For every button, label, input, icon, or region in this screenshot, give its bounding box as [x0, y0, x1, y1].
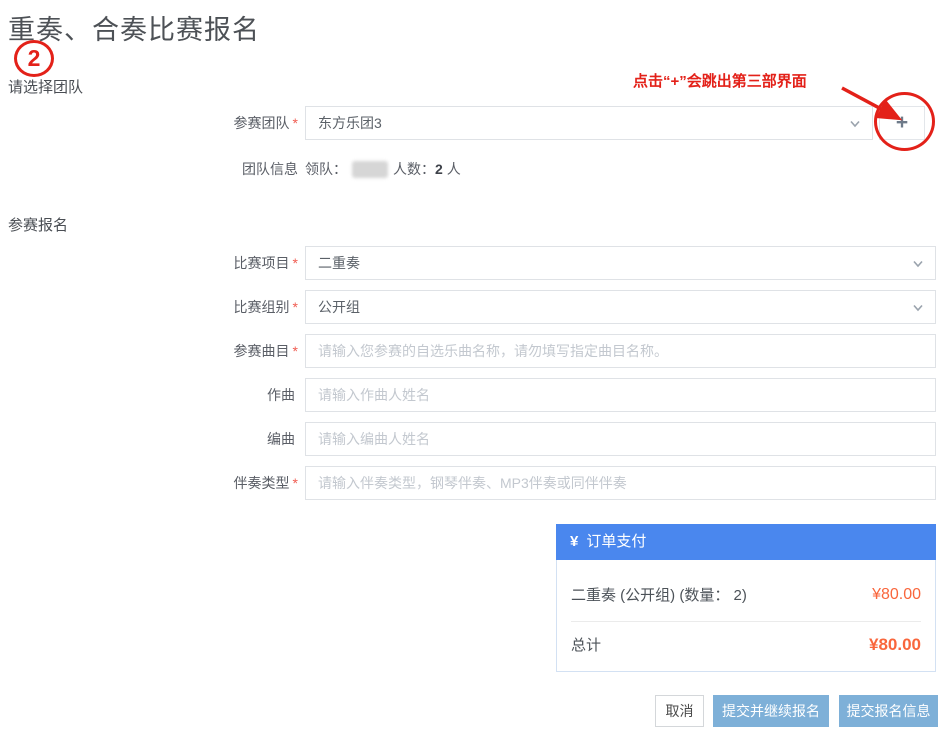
required-asterisk: * — [293, 475, 298, 491]
payment-total-row: 总计 ¥80.00 — [571, 621, 921, 671]
team-info-label: 团队信息 — [0, 159, 305, 179]
cancel-button[interactable]: 取消 — [655, 695, 704, 727]
field-label: 参赛曲目* — [0, 341, 305, 361]
submit-registration-button[interactable]: 提交报名信息 — [839, 695, 938, 727]
field-row-piece: 参赛曲目* — [0, 334, 936, 368]
event-select-value: 二重奏 — [318, 255, 360, 271]
yen-icon: ¥ — [570, 533, 578, 550]
field-row-arranger: 编曲 — [0, 422, 936, 456]
field-label: 伴奏类型* — [0, 473, 305, 493]
required-asterisk: * — [293, 255, 298, 271]
piece-input[interactable] — [305, 334, 936, 368]
group-select[interactable]: 公开组 — [305, 290, 936, 324]
team-info-value: 领队： 人数： 2 人 — [305, 159, 461, 179]
field-row-event: 比赛项目* 二重奏 — [0, 246, 936, 280]
payment-total-price: ¥80.00 — [869, 635, 921, 655]
submit-and-continue-button[interactable]: 提交并继续报名 — [713, 695, 829, 727]
team-info-row: 团队信息 领队： 人数： 2 人 — [0, 158, 936, 180]
chevron-down-icon — [849, 118, 861, 130]
members-count: 2 — [435, 161, 443, 177]
required-asterisk: * — [293, 343, 298, 359]
chevron-down-icon — [912, 258, 924, 270]
accompaniment-input[interactable] — [305, 466, 936, 500]
payment-total-label: 总计 — [571, 634, 601, 655]
group-select-value: 公开组 — [318, 299, 360, 315]
members-label: 人数： — [393, 159, 435, 179]
order-payment-panel: ¥ 订单支付 二重奏 (公开组) (数量： 2) ¥80.00 总计 ¥80.00 — [556, 524, 936, 672]
event-select[interactable]: 二重奏 — [305, 246, 936, 280]
chevron-down-icon — [912, 302, 924, 314]
team-select-row: 参赛团队* 东方乐团3 + — [0, 106, 936, 140]
annotation-note: 点击“+”会跳出第三部界面 — [633, 70, 807, 91]
members-unit: 人 — [447, 159, 461, 179]
step-2-annotation-circle: 2 — [14, 40, 54, 77]
team-select-value: 东方乐团3 — [318, 115, 382, 131]
section-title-choose-team: 请选择团队 — [8, 76, 83, 97]
team-field-label: 参赛团队* — [0, 113, 305, 133]
required-asterisk: * — [293, 299, 298, 315]
order-payment-body: 二重奏 (公开组) (数量： 2) ¥80.00 总计 ¥80.00 — [556, 560, 936, 672]
leader-label: 领队： — [305, 159, 347, 179]
field-label: 比赛组别* — [0, 297, 305, 317]
field-row-accompaniment: 伴奏类型* — [0, 466, 936, 500]
section-title-registration: 参赛报名 — [8, 214, 68, 235]
field-row-group: 比赛组别* 公开组 — [0, 290, 936, 324]
page-title: 重奏、合奏比赛报名 — [8, 8, 260, 47]
leader-name-redacted — [352, 161, 388, 178]
payment-item-price: ¥80.00 — [872, 586, 921, 604]
payment-item-row: 二重奏 (公开组) (数量： 2) ¥80.00 — [571, 560, 921, 621]
team-select[interactable]: 东方乐团3 — [305, 106, 873, 140]
field-label: 作曲 — [0, 385, 305, 405]
field-label: 编曲 — [0, 429, 305, 449]
add-team-button[interactable]: + — [879, 106, 925, 140]
field-row-composer: 作曲 — [0, 378, 936, 412]
composer-input[interactable] — [305, 378, 936, 412]
payment-item-name: 二重奏 (公开组) (数量： 2) — [571, 584, 747, 605]
order-payment-title: 订单支付 — [586, 533, 646, 550]
field-label: 比赛项目* — [0, 253, 305, 273]
arranger-input[interactable] — [305, 422, 936, 456]
order-payment-header: ¥ 订单支付 — [556, 524, 936, 560]
required-asterisk: * — [293, 115, 298, 131]
step-number: 2 — [28, 45, 41, 72]
